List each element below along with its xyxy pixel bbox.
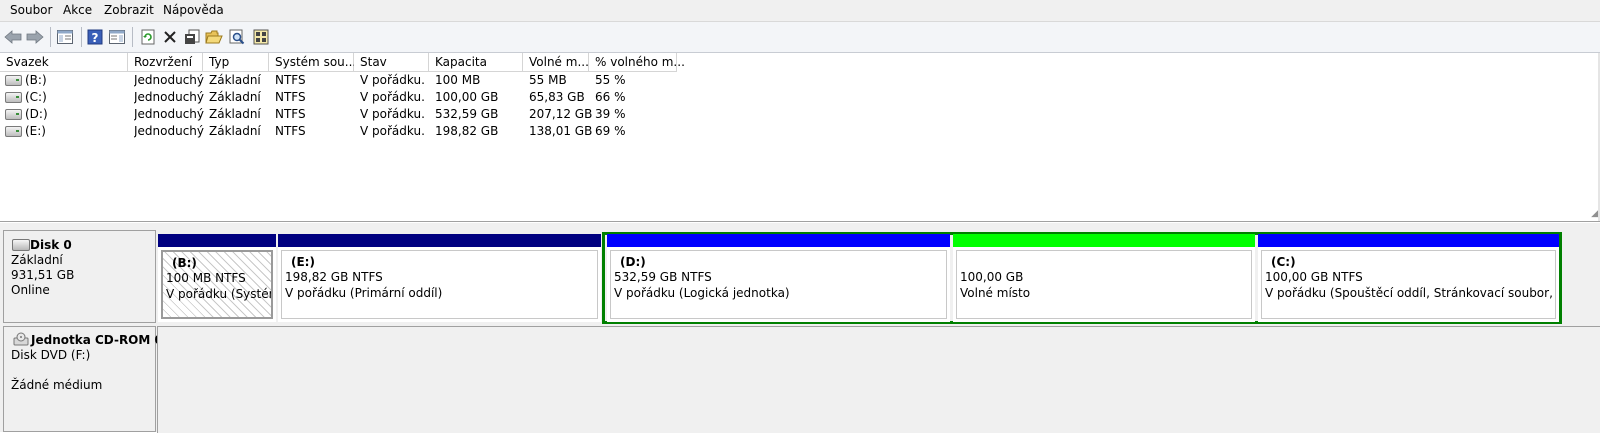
cdrom-icon: [13, 332, 29, 346]
volume-list: Svazek Rozvržení Typ Systém sou... Stav …: [0, 53, 1600, 222]
table-row[interactable]: (E:) Jednoduchý Základní NTFS V pořádku.…: [0, 123, 700, 140]
partition-e[interactable]: (E:) 198,82 GB NTFS V pořádku (Primární …: [278, 234, 601, 322]
column-header-rozvrzeni[interactable]: Rozvržení: [128, 53, 203, 72]
drive-icon: [5, 126, 22, 137]
svg-text:?: ?: [92, 31, 99, 45]
table-row[interactable]: (D:) Jednoduchý Základní NTFS V pořádku.…: [0, 106, 700, 123]
menu-soubor[interactable]: Soubor: [10, 3, 52, 17]
toolbar: ?: [0, 22, 1600, 53]
explore-icon[interactable]: [226, 26, 248, 48]
back-icon[interactable]: [2, 26, 24, 48]
menu-zobrazit[interactable]: Zobrazit: [104, 3, 154, 17]
partition-d[interactable]: (D:) 532,59 GB NTFS V pořádku (Logická j…: [607, 234, 950, 322]
menu-napoveda[interactable]: Nápověda: [163, 3, 224, 17]
properties-icon[interactable]: [181, 26, 203, 48]
disk-0-partition-map: (B:) 100 MB NTFS V pořádku (Systém, Akti…: [157, 229, 1600, 325]
delete-icon[interactable]: [159, 26, 181, 48]
partition-bar: [158, 234, 276, 247]
partition-bar: [607, 234, 950, 247]
partition-c[interactable]: (C:) 100,00 GB NTFS V pořádku (Spouštěcí…: [1258, 234, 1559, 322]
partition-b[interactable]: (B:) 100 MB NTFS V pořádku (Systém, Akti…: [158, 234, 276, 322]
table-row[interactable]: (B:) Jednoduchý Základní NTFS V pořádku.…: [0, 72, 700, 89]
free-space[interactable]: 100,00 GB Volné místo: [953, 234, 1255, 322]
cdrom-0-label[interactable]: Jednotka CD-ROM 0 Disk DVD (F:) Žádné mé…: [3, 326, 163, 432]
disk-0-label[interactable]: Disk 0 Základní 931,51 GB Online: [3, 230, 156, 323]
resize-grip-icon[interactable]: ◢: [1591, 209, 1598, 219]
refresh-icon[interactable]: [137, 26, 159, 48]
column-header-stav[interactable]: Stav: [354, 53, 429, 72]
show-hide-console-tree-icon[interactable]: [54, 26, 76, 48]
partition-bar: [278, 234, 601, 247]
column-header-volne-misto[interactable]: Volné m...: [523, 53, 589, 72]
open-folder-icon[interactable]: [203, 26, 225, 48]
column-header-svazek[interactable]: Svazek: [0, 53, 128, 72]
rescan-disks-icon[interactable]: [250, 26, 272, 48]
menu-bar: Soubor Akce Zobrazit Nápověda: [0, 0, 1600, 22]
drive-icon: [5, 109, 22, 120]
cdrom-0-partition-map: [157, 326, 1600, 433]
column-header-system-souboru[interactable]: Systém sou...: [269, 53, 356, 72]
properties-pane-icon[interactable]: [106, 26, 128, 48]
column-header-procento-volneho[interactable]: % volného m...: [589, 53, 685, 72]
hard-disk-icon: [12, 239, 30, 251]
table-row[interactable]: (C:) Jednoduchý Základní NTFS V pořádku.…: [0, 89, 700, 106]
column-header-kapacita[interactable]: Kapacita: [429, 53, 523, 72]
drive-icon: [5, 92, 22, 103]
drive-icon: [5, 75, 22, 86]
partition-bar: [953, 234, 1255, 247]
menu-akce[interactable]: Akce: [63, 3, 92, 17]
column-header-typ[interactable]: Typ: [203, 53, 269, 72]
partition-bar: [1258, 234, 1559, 247]
help-icon[interactable]: ?: [84, 26, 106, 48]
forward-icon[interactable]: [24, 26, 46, 48]
